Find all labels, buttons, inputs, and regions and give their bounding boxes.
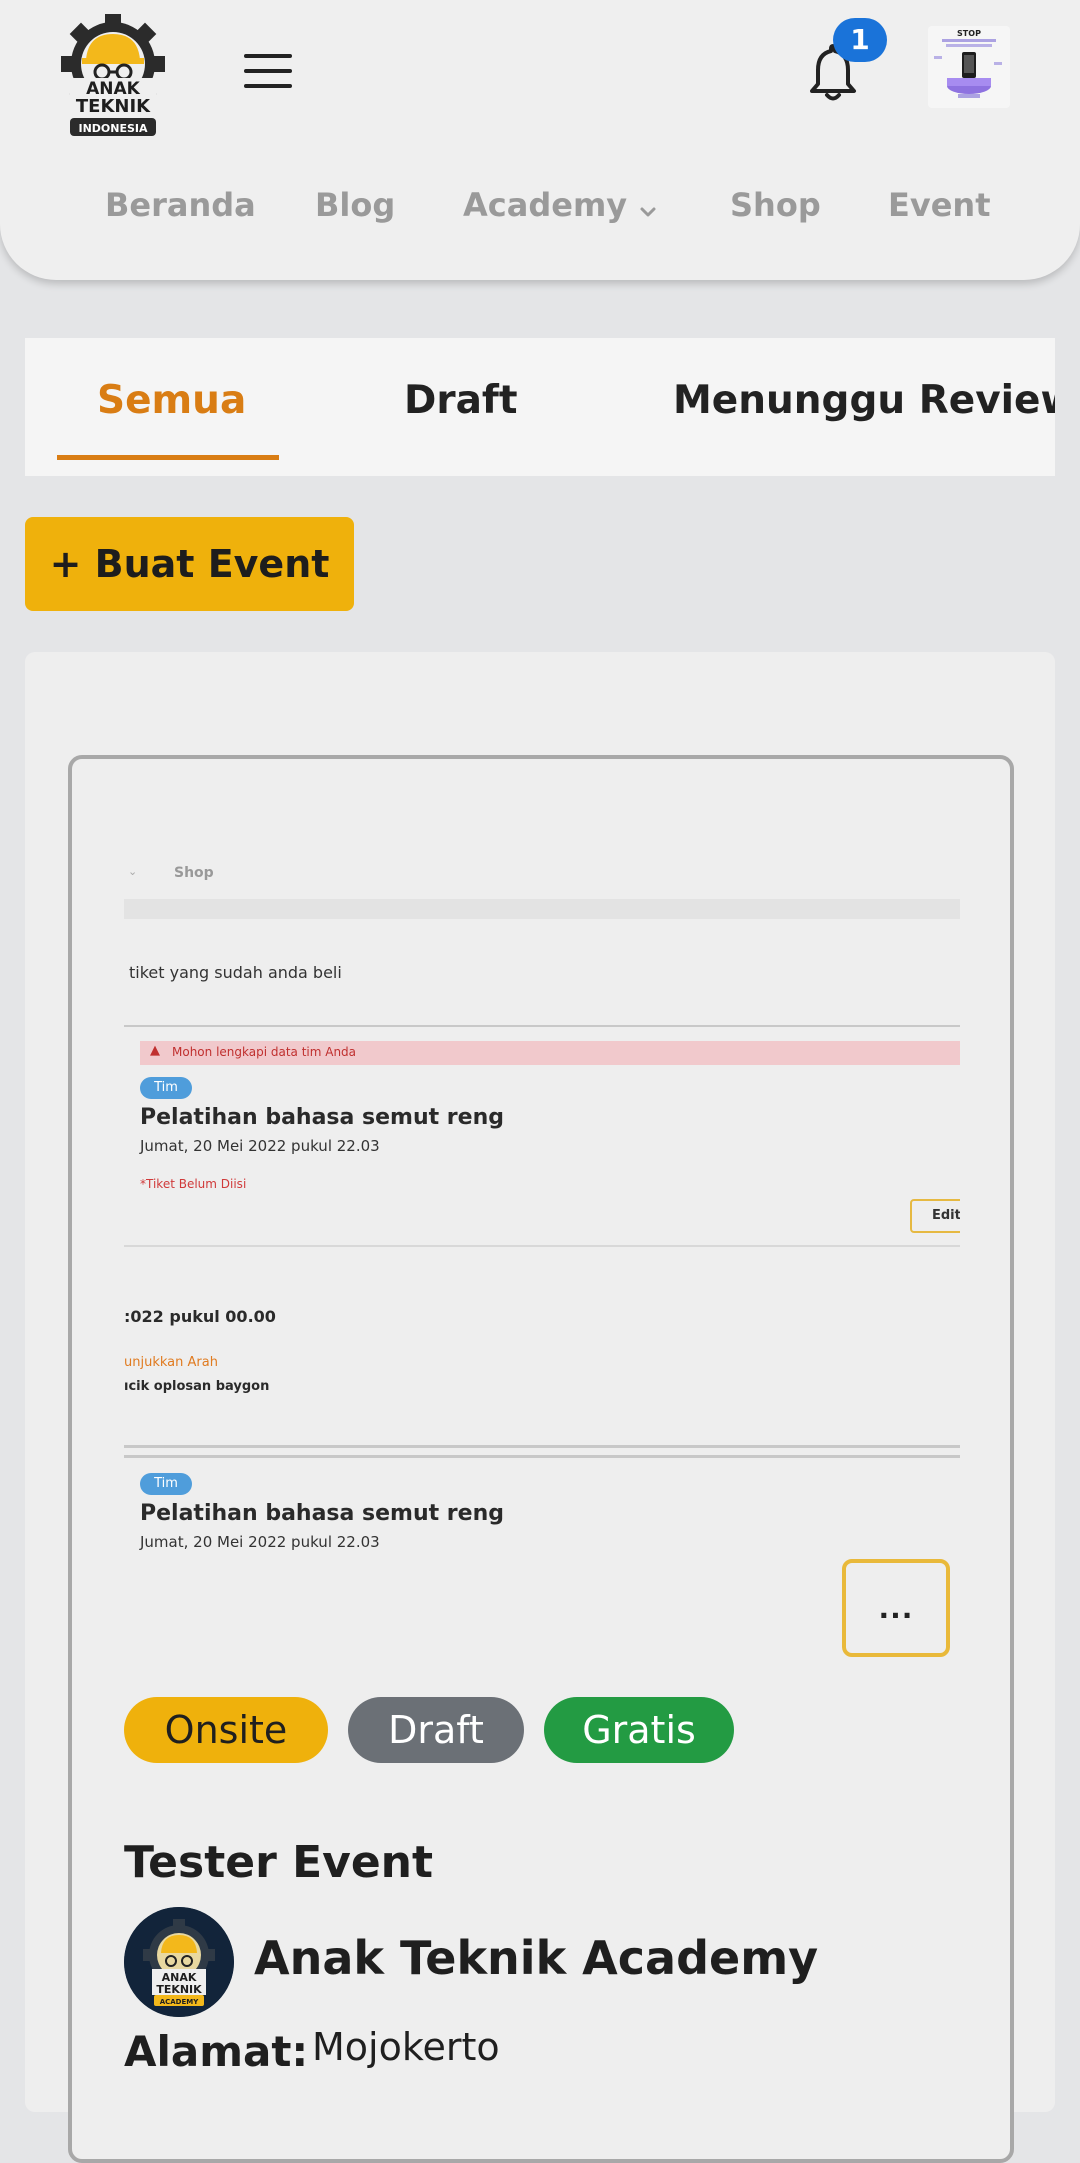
badge-onsite: Onsite <box>124 1697 328 1763</box>
hamburger-menu-icon[interactable] <box>244 54 292 90</box>
preview-event-date: Jumat, 20 Mei 2022 pukul 22.03 <box>140 1533 380 1551</box>
anak-teknik-logo[interactable]: ANAK TEKNIK INDONESIA <box>58 14 168 140</box>
main-nav: Beranda Blog Academy Shop Event <box>0 186 1080 236</box>
nav-shop[interactable]: Shop <box>730 186 821 224</box>
preview-event-title: Pelatihan bahasa semut reng <box>140 1105 504 1130</box>
organizer-avatar: ANAK TEKNIK ACADEMY <box>124 1907 234 2017</box>
active-tab-indicator <box>57 455 279 460</box>
preview-alert: ▲ Mohon lengkapi data tim Anda <box>140 1041 960 1065</box>
preview-ticket-text: tiket yang sudah anda beli <box>129 963 342 982</box>
preview-divider <box>124 1445 960 1448</box>
address-value: Mojokerto <box>312 2025 500 2069</box>
event-status-tabs: Semua Draft Menunggu Review <box>25 338 1055 476</box>
preview-alert-text: Mohon lengkapi data tim Anda <box>172 1045 357 1059</box>
preview-date-2: :022 pukul 00.00 <box>124 1307 276 1326</box>
tab-semua[interactable]: Semua <box>97 378 246 423</box>
preview-tag: Tim <box>140 1473 192 1495</box>
user-avatar[interactable]: STOP <box>928 26 1010 108</box>
preview-chevron-icon: ⌄ <box>128 865 138 878</box>
preview-bar <box>124 899 960 919</box>
logo-text-2: TEKNIK <box>76 96 151 117</box>
preview-divider <box>124 1455 960 1458</box>
preview-event-title: Pelatihan bahasa semut reng <box>140 1501 504 1526</box>
preview-address: ıcik oplosan baygon <box>124 1379 270 1394</box>
badge-draft: Draft <box>348 1697 524 1763</box>
preview-event-date: Jumat, 20 Mei 2022 pukul 22.03 <box>140 1137 380 1155</box>
preview-ticket-note: *Tiket Belum Diisi <box>140 1177 247 1191</box>
preview-directions: unjukkan Arah <box>124 1355 218 1370</box>
create-event-button[interactable]: + Buat Event <box>25 517 354 611</box>
organizer-name[interactable]: Anak Teknik Academy <box>254 1931 818 1985</box>
event-cover-image[interactable]: ⌄ Shop tiket yang sudah anda beli ▲ Moho… <box>124 799 960 1569</box>
nav-beranda[interactable]: Beranda <box>105 186 256 224</box>
preview-tag: Tim <box>140 1077 192 1099</box>
svg-text:TEKNIK: TEKNIK <box>156 1983 202 1996</box>
nav-academy-label: Academy <box>463 186 628 224</box>
event-title[interactable]: Tester Event <box>124 1837 433 1888</box>
nav-event[interactable]: Event <box>888 186 991 224</box>
svg-text:ACADEMY: ACADEMY <box>160 1998 200 2006</box>
tab-draft[interactable]: Draft <box>404 378 518 423</box>
preview-divider <box>124 1245 960 1247</box>
chevron-down-icon <box>639 188 657 226</box>
preview-divider <box>124 1025 960 1027</box>
nav-blog[interactable]: Blog <box>315 186 395 224</box>
warning-icon: ▲ <box>150 1043 160 1058</box>
event-card-inner: ⌄ Shop tiket yang sudah anda beli ▲ Moho… <box>68 755 1014 2163</box>
nav-academy[interactable]: Academy <box>463 186 657 226</box>
preview-nav-shop: Shop <box>174 865 214 881</box>
more-options-button[interactable]: ... <box>842 1559 950 1657</box>
badge-gratis: Gratis <box>544 1697 734 1763</box>
top-header: ANAK TEKNIK INDONESIA 1 STOP Beranda Blo… <box>0 0 1080 280</box>
tab-menunggu-review[interactable]: Menunggu Review <box>673 378 1055 423</box>
logo-text-3: INDONESIA <box>78 122 148 135</box>
notification-count-badge: 1 <box>833 18 887 62</box>
avatar-thumb-text: STOP <box>957 29 981 38</box>
address-label: Alamat: <box>124 2027 309 2076</box>
preview-edit-button: Edit <box>910 1199 960 1233</box>
event-card: ⌄ Shop tiket yang sudah anda beli ▲ Moho… <box>25 652 1055 2163</box>
